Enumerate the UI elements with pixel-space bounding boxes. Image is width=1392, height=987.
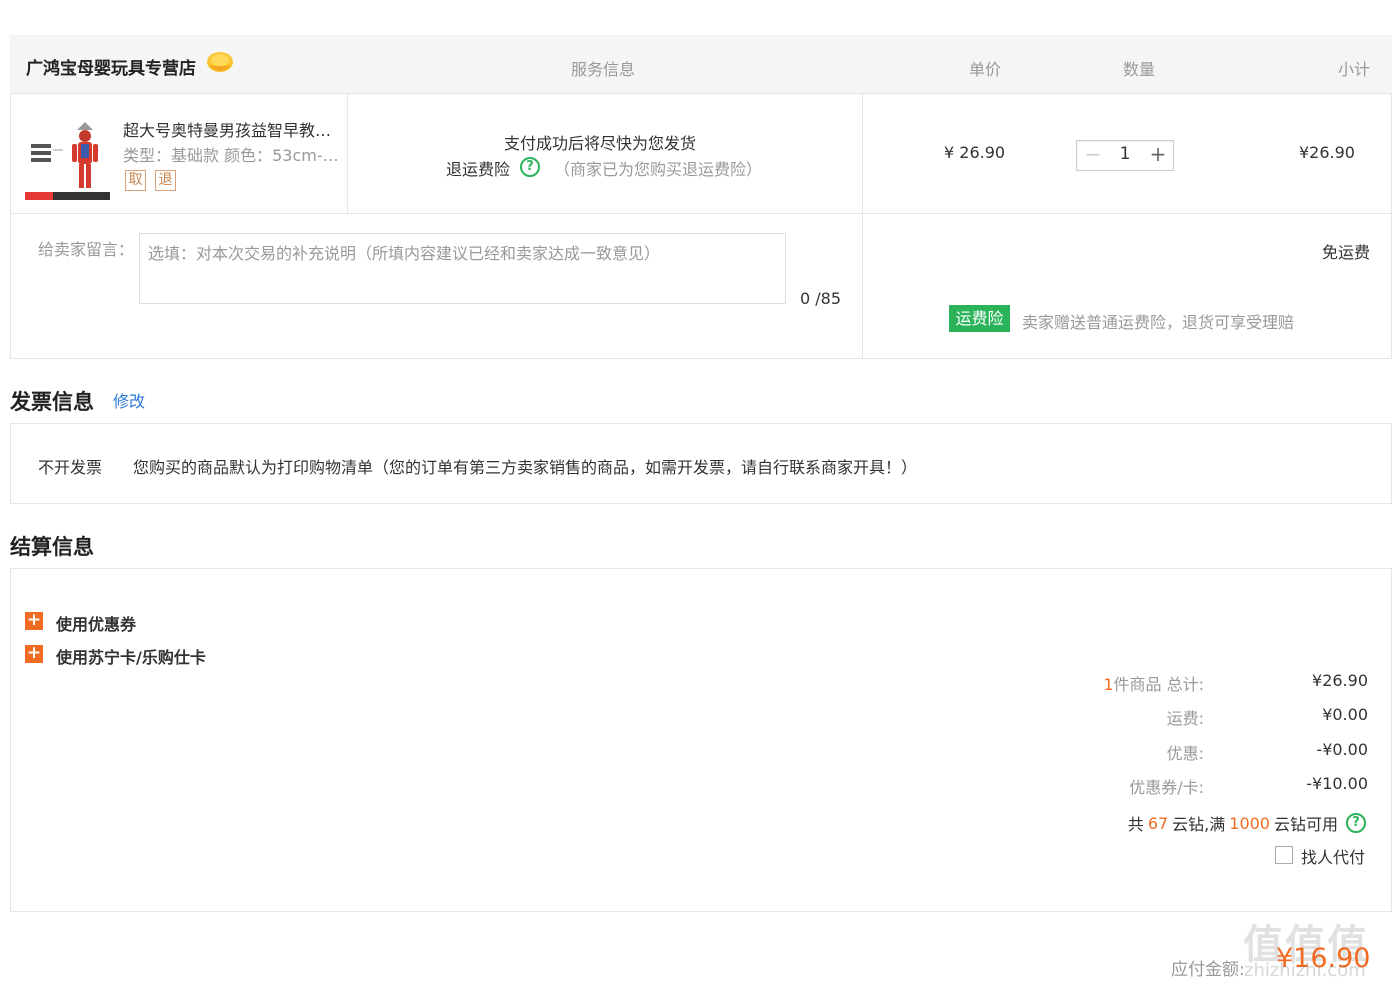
tag-return: 退	[155, 170, 176, 191]
coins-info: 共 67 云钻,满 1000 云钻可用 ?	[1128, 811, 1366, 835]
service-insurance: 退运费险	[446, 160, 511, 179]
item-count: 1	[1103, 675, 1114, 694]
discount-label: 优惠:	[1166, 744, 1204, 763]
coupon-card-label: 优惠券/卡:	[1129, 778, 1204, 797]
product-title-link[interactable]: 超大号奥特曼男孩益智早教玩具	[123, 117, 345, 141]
quantity-input[interactable]: 1	[1110, 144, 1140, 164]
watermark-text: zhizhizhi.com	[1244, 960, 1366, 981]
invoice-type: 不开发票	[38, 458, 103, 477]
use-card-toggle[interactable]: 使用苏宁卡/乐购仕卡	[56, 644, 206, 668]
total-label: 1件商品 总计:	[1103, 675, 1204, 694]
invoice-edit-link[interactable]: 修改	[113, 388, 145, 412]
shipping-fee: 免运费	[1322, 243, 1371, 262]
unit-price: ¥ 26.90	[944, 143, 1006, 162]
shipping-insurance-note: 卖家赠送普通运费险，退货可享受理赔	[1022, 313, 1295, 332]
seller-message-input[interactable]	[139, 233, 786, 304]
product-thumbnail[interactable]	[25, 108, 110, 200]
use-coupon-toggle[interactable]: 使用优惠券	[56, 611, 136, 635]
coins-count: 67	[1147, 813, 1169, 833]
help-icon[interactable]: ?	[520, 157, 540, 177]
line-subtotal: ¥26.90	[1299, 143, 1355, 162]
shipping-insurance-badge: 运费险	[949, 305, 1010, 332]
coins-help-icon[interactable]: ?	[1346, 813, 1366, 833]
coupon-card-value: -¥10.00	[1306, 774, 1368, 793]
seller-message-label: 给卖家留言：	[38, 240, 135, 259]
service-shipping: 支付成功后将尽快为您发货	[504, 134, 697, 153]
service-insurance-note: （商家已为您购买退运费险）	[554, 160, 763, 179]
coins-threshold: 1000	[1229, 813, 1270, 833]
store-name[interactable]: 广鸿宝母婴玩具专营店	[26, 54, 196, 79]
divider	[10, 213, 1392, 214]
quantity-decrease-button[interactable]: −	[1083, 142, 1103, 168]
product-spec: 类型：基础款 颜色：53cm-泰罗奥特曼	[123, 146, 345, 165]
pay-amount-label: 应付金额:	[1171, 960, 1245, 980]
column-quantity: 数量	[1123, 60, 1156, 79]
discount-value: -¥0.00	[1316, 740, 1368, 759]
column-subtotal: 小计	[1338, 60, 1371, 79]
freight-label: 运费:	[1166, 709, 1204, 728]
expand-plus-icon[interactable]: +	[25, 612, 43, 630]
settlement-section-title: 结算信息	[10, 535, 94, 559]
invoice-description: 您购买的商品默认为打印购物清单（您的订单有第三方卖家销售的商品，如需开发票，请自…	[133, 458, 918, 477]
column-service: 服务信息	[571, 60, 636, 79]
divider	[862, 94, 863, 359]
divider	[347, 94, 348, 213]
store-badge-icon	[207, 52, 233, 72]
proxy-pay-checkbox[interactable]	[1275, 846, 1293, 864]
freight-value: ¥0.00	[1322, 705, 1368, 724]
invoice-section-title: 发票信息	[10, 390, 94, 414]
expand-plus-icon[interactable]: +	[25, 645, 43, 663]
column-unit-price: 单价	[969, 60, 1002, 79]
total-value: ¥26.90	[1312, 671, 1368, 690]
proxy-pay-label[interactable]: 找人代付	[1301, 844, 1365, 868]
message-char-count: 0 /85	[800, 289, 842, 308]
tag-cancel: 取	[125, 170, 146, 191]
quantity-increase-button[interactable]: +	[1148, 142, 1168, 168]
